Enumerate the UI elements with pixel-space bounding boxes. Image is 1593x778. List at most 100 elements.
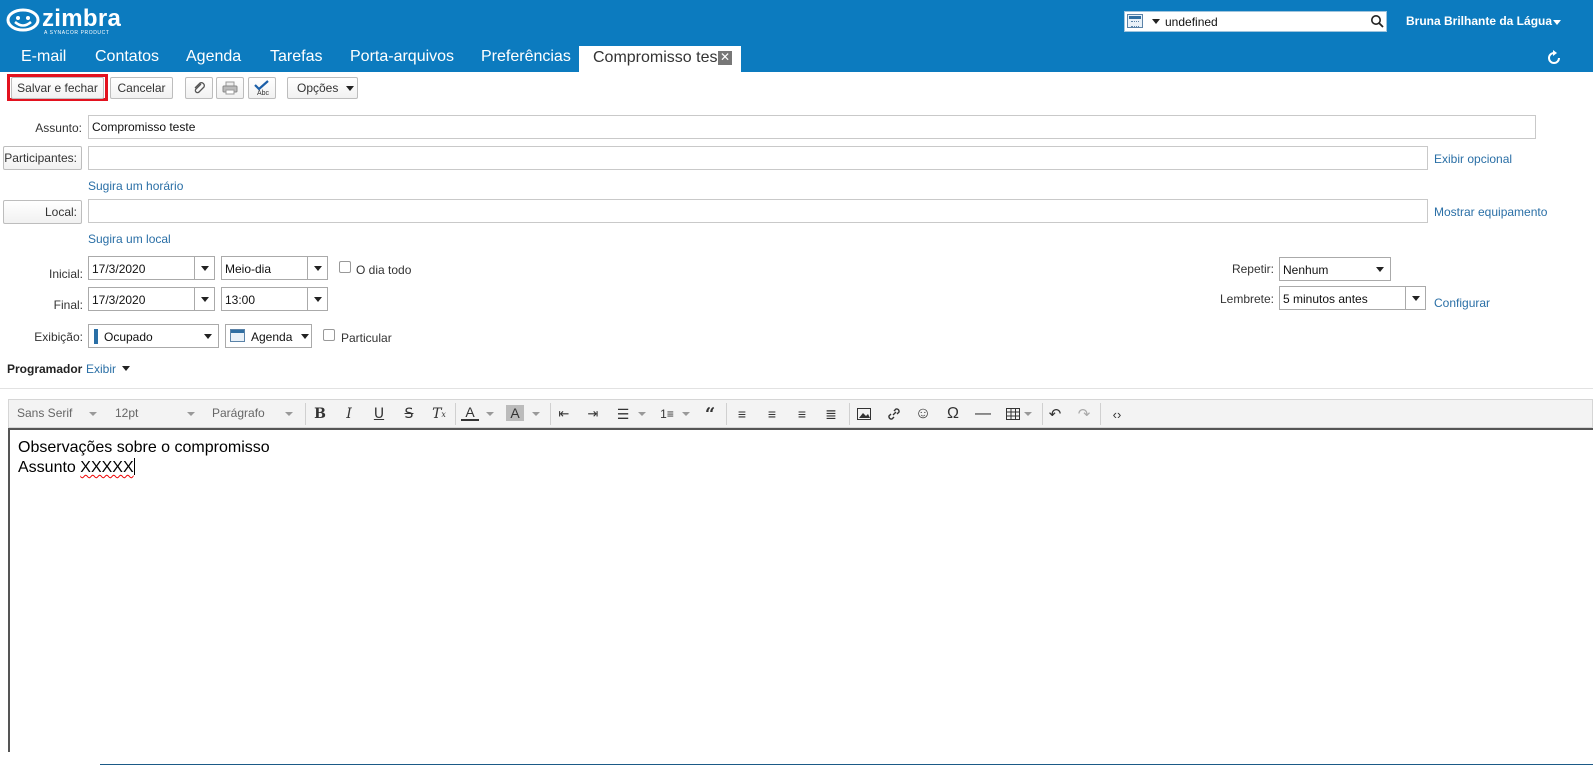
chevron-down-icon[interactable]: [194, 288, 214, 310]
refresh-icon[interactable]: [1545, 49, 1563, 67]
editor-line-2-prefix: Assunto: [18, 459, 81, 476]
calendar-select[interactable]: Agenda: [225, 324, 312, 348]
display-status-select[interactable]: Ocupado: [88, 324, 219, 348]
suggest-location-link[interactable]: Sugira um local: [88, 232, 171, 246]
tab-contacts[interactable]: Contatos: [95, 48, 159, 66]
italic-icon[interactable]: I: [340, 405, 358, 423]
reminder-select[interactable]: 5 minutos antes: [1279, 286, 1426, 310]
emoticon-icon[interactable]: ☺: [914, 405, 932, 423]
configure-reminder-link[interactable]: Configurar: [1434, 296, 1490, 310]
start-time-value: Meio-dia: [225, 262, 272, 276]
spellcheck-button[interactable]: Abc: [248, 77, 276, 99]
chevron-down-icon[interactable]: [682, 412, 690, 416]
undo-icon[interactable]: ↶: [1046, 405, 1064, 423]
location-button[interactable]: Local:: [3, 200, 82, 224]
background-color-icon[interactable]: A: [506, 405, 524, 421]
suggest-time-link[interactable]: Sugira um horário: [88, 179, 183, 193]
display-label: Exibição:: [34, 330, 83, 344]
insert-image-icon[interactable]: [855, 405, 873, 423]
end-date-picker[interactable]: 17/3/2020: [88, 287, 215, 311]
font-family-select[interactable]: Sans Serif: [17, 406, 72, 420]
underline-icon[interactable]: U: [370, 405, 388, 423]
close-icon[interactable]: ✕: [718, 51, 732, 65]
zimbra-logo[interactable]: zimbra A SYNACOR PRODUCT: [6, 7, 121, 38]
numbered-list-icon[interactable]: 1≡: [658, 405, 676, 423]
toolbar-separator: [726, 403, 727, 425]
source-code-icon[interactable]: ‹›: [1108, 405, 1126, 423]
notes-editor[interactable]: Observações sobre o compromisso Assunto …: [8, 428, 1593, 752]
print-button[interactable]: [216, 77, 244, 99]
subject-input[interactable]: Compromisso teste: [88, 115, 1536, 139]
chevron-down-icon[interactable]: [187, 412, 195, 416]
repeat-select[interactable]: Nenhum: [1279, 257, 1391, 281]
editor-line-2: Assunto XXXXX: [18, 458, 1585, 478]
align-justify-icon[interactable]: ≣: [822, 405, 840, 423]
outdent-icon[interactable]: ⇤: [555, 405, 573, 423]
chevron-down-icon[interactable]: [532, 412, 540, 416]
chevron-down-icon[interactable]: [1152, 19, 1160, 24]
chevron-down-icon[interactable]: [307, 257, 327, 279]
bottom-border: [100, 764, 1593, 765]
table-icon[interactable]: [1004, 405, 1022, 423]
chevron-down-icon[interactable]: [1405, 287, 1425, 309]
tab-briefcase[interactable]: Porta-arquivos: [350, 48, 454, 66]
indent-icon[interactable]: ⇥: [584, 405, 602, 423]
user-menu[interactable]: Bruna Brilhante da Lágua: [1406, 14, 1552, 28]
chevron-down-icon[interactable]: [295, 325, 311, 347]
attach-button[interactable]: [185, 77, 213, 99]
toolbar-separator: [1042, 403, 1043, 425]
tab-tasks[interactable]: Tarefas: [270, 48, 322, 66]
horizontal-rule-icon[interactable]: —: [974, 405, 992, 423]
search-icon[interactable]: [1370, 14, 1384, 28]
special-character-icon[interactable]: Ω: [944, 405, 962, 423]
tab-email[interactable]: E-mail: [21, 48, 66, 66]
tab-preferences[interactable]: Preferências: [481, 48, 571, 66]
calendar-icon[interactable]: [1127, 14, 1143, 28]
chevron-down-icon[interactable]: [638, 412, 646, 416]
tab-calendar[interactable]: Agenda: [186, 48, 241, 66]
calendar-icon: [230, 329, 245, 342]
location-input[interactable]: [88, 199, 1428, 223]
chevron-down-icon[interactable]: [285, 412, 293, 416]
printer-icon: [222, 81, 238, 95]
align-left-icon[interactable]: ≡: [733, 405, 751, 423]
chevron-down-icon[interactable]: [1370, 258, 1390, 280]
bold-icon[interactable]: B: [311, 405, 329, 423]
scheduler-show-link[interactable]: Exibir: [86, 362, 131, 376]
options-menu-button[interactable]: Opções: [287, 77, 358, 99]
chevron-down-icon[interactable]: [486, 412, 494, 416]
calendar-value: Agenda: [251, 330, 293, 344]
cancel-button[interactable]: Cancelar: [110, 77, 173, 99]
align-right-icon[interactable]: ≡: [793, 405, 811, 423]
chevron-down-icon[interactable]: [307, 288, 327, 310]
all-day-checkbox[interactable]: [339, 261, 351, 273]
tab-appointment[interactable]: Compromisso tes ✕: [579, 46, 741, 72]
blockquote-icon[interactable]: “: [701, 404, 719, 425]
redo-icon[interactable]: ↷: [1075, 405, 1093, 423]
private-checkbox[interactable]: [323, 329, 335, 341]
chevron-down-icon[interactable]: [194, 257, 214, 279]
start-date-picker[interactable]: 17/3/2020: [88, 256, 215, 280]
link-icon[interactable]: [885, 405, 903, 423]
bullet-list-icon[interactable]: ☰: [614, 405, 632, 423]
top-bar: zimbra A SYNACOR PRODUCT Bruna Brilhante…: [0, 0, 1593, 72]
chevron-down-icon: [346, 85, 355, 91]
strikethrough-icon[interactable]: S: [400, 405, 418, 423]
text-color-icon[interactable]: A: [461, 404, 479, 421]
chevron-down-icon[interactable]: [1553, 20, 1561, 25]
block-format-select[interactable]: Parágrafo: [212, 406, 265, 420]
chevron-down-icon[interactable]: [198, 325, 218, 347]
clear-formatting-icon[interactable]: Tx: [430, 405, 448, 423]
end-time-select[interactable]: 13:00: [221, 287, 328, 311]
chevron-down-icon[interactable]: [89, 412, 97, 416]
show-optional-link[interactable]: Exibir opcional: [1434, 152, 1512, 166]
align-center-icon[interactable]: ≡: [763, 405, 781, 423]
show-equipment-link[interactable]: Mostrar equipamento: [1434, 205, 1547, 219]
save-and-close-button[interactable]: Salvar e fechar: [11, 77, 104, 99]
attendees-button[interactable]: Participantes:: [3, 146, 82, 170]
start-time-select[interactable]: Meio-dia: [221, 256, 328, 280]
attendees-input[interactable]: [88, 146, 1428, 170]
chevron-down-icon[interactable]: [1024, 412, 1032, 416]
search-input[interactable]: [1165, 13, 1365, 30]
font-size-select[interactable]: 12pt: [115, 406, 138, 420]
